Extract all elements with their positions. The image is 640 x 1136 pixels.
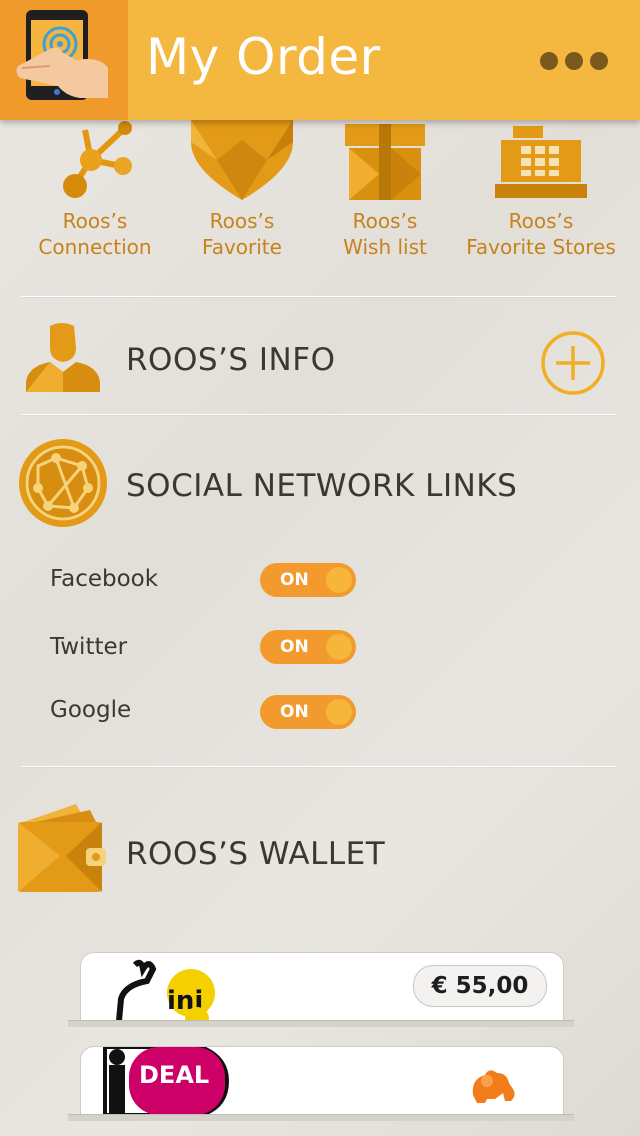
divider [22, 414, 616, 415]
facebook-toggle[interactable]: ON [260, 563, 356, 597]
gift-icon [345, 124, 425, 200]
shortcut-label: Roos’s Wish list [343, 209, 427, 259]
twitter-toggle[interactable]: ON [260, 630, 356, 664]
card-shelf [68, 1114, 574, 1121]
divider [22, 766, 616, 767]
phone-touch-icon [16, 10, 108, 100]
cash-register-icon [495, 126, 587, 198]
toggle-knob [326, 699, 352, 725]
google-label: Google [50, 697, 132, 723]
toggle-state: ON [280, 570, 309, 590]
chipknip-logo-icon: ini [116, 959, 215, 1021]
globe-icon [19, 439, 107, 527]
wallet-icon [18, 804, 106, 892]
more-dot-icon [540, 52, 558, 70]
card-shelf [68, 1020, 574, 1027]
facebook-label: Facebook [50, 566, 159, 592]
shortcut-label: Roos’s Favorite [202, 209, 282, 259]
network-icon [63, 121, 132, 198]
google-toggle[interactable]: ON [260, 695, 356, 729]
shortcut-favorite[interactable]: Roos’s Favorite [167, 120, 317, 260]
toggle-state: ON [280, 702, 309, 722]
shortcut-wishlist[interactable]: Roos’s Wish list [310, 120, 460, 260]
wallet-card-chipknip[interactable]: ini € 55,00 [80, 952, 564, 1022]
more-dot-icon [565, 52, 583, 70]
shortcut-label: Roos’s Favorite Stores [466, 209, 616, 259]
social-section-title: SOCIAL NETWORK LINKS [126, 468, 518, 504]
app-logo[interactable] [0, 0, 128, 120]
more-dot-icon [590, 52, 608, 70]
shortcut-favorite-stores[interactable]: Roos’s Favorite Stores [466, 120, 616, 260]
add-info-button[interactable] [540, 330, 606, 396]
shortcut-connection[interactable]: Roos’s Connection [20, 120, 170, 260]
shortcut-label: Roos’s Connection [38, 209, 152, 259]
page-title: My Order [146, 28, 381, 86]
ideal-logo-text: DEAL [139, 1061, 209, 1089]
more-menu-button[interactable] [540, 52, 620, 76]
lion-bank-icon [472, 1070, 515, 1103]
toggle-knob [326, 634, 352, 660]
heart-icon [191, 120, 293, 200]
ideal-logo-icon: DEAL [103, 1047, 230, 1115]
toggle-state: ON [280, 637, 309, 657]
wallet-card-ideal[interactable]: DEAL [80, 1046, 564, 1116]
app-header: My Order [0, 0, 640, 120]
person-icon [26, 323, 100, 392]
info-section-title: ROOS’S INFO [126, 342, 336, 378]
toggle-knob [326, 567, 352, 593]
wallet-section-title: ROOS’S WALLET [126, 836, 386, 872]
divider [22, 296, 616, 297]
wallet-balance: € 55,00 [413, 965, 547, 1007]
twitter-label: Twitter [50, 634, 128, 660]
